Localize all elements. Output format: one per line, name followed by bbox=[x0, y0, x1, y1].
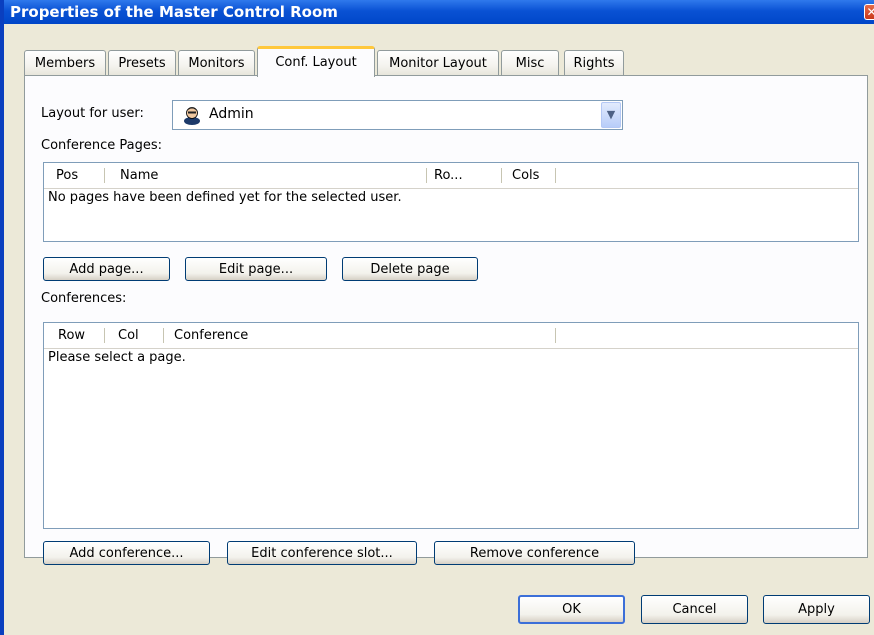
column-divider[interactable] bbox=[555, 168, 556, 183]
column-divider[interactable] bbox=[555, 328, 556, 343]
edit-page-button[interactable]: Edit page... bbox=[185, 257, 327, 281]
column-header-name[interactable]: Name bbox=[120, 163, 158, 187]
conferences-empty-message: Please select a page. bbox=[48, 350, 186, 365]
conferences-header: Row Col Conference bbox=[44, 323, 858, 349]
cancel-button[interactable]: Cancel bbox=[641, 595, 748, 624]
column-divider[interactable] bbox=[104, 328, 105, 343]
close-icon[interactable]: ✕ bbox=[864, 4, 874, 20]
chevron-down-icon[interactable]: ▼ bbox=[601, 102, 621, 128]
ok-button[interactable]: OK bbox=[518, 595, 625, 624]
conference-pages-empty-message: No pages have been defined yet for the s… bbox=[48, 190, 402, 205]
column-header-col[interactable]: Col bbox=[118, 323, 139, 347]
layout-for-user-label: Layout for user: bbox=[41, 106, 144, 121]
user-select[interactable]: Admin ▼ bbox=[172, 100, 623, 130]
apply-button[interactable]: Apply bbox=[763, 595, 870, 624]
conference-pages-header: Pos Name Ro... Cols bbox=[44, 163, 858, 189]
column-divider[interactable] bbox=[104, 168, 105, 183]
tab-members[interactable]: Members bbox=[24, 50, 106, 76]
column-header-conference[interactable]: Conference bbox=[174, 323, 248, 347]
conferences-label: Conferences: bbox=[41, 291, 127, 306]
window-title: Properties of the Master Control Room bbox=[10, 3, 338, 21]
conference-pages-list[interactable]: Pos Name Ro... Cols No pages have been d… bbox=[43, 162, 859, 242]
add-page-button[interactable]: Add page... bbox=[43, 257, 170, 281]
tab-conf-layout[interactable]: Conf. Layout bbox=[257, 46, 375, 77]
remove-conference-button[interactable]: Remove conference bbox=[434, 541, 635, 565]
column-header-row[interactable]: Row bbox=[58, 323, 85, 347]
tab-misc[interactable]: Misc bbox=[501, 50, 559, 76]
delete-page-button[interactable]: Delete page bbox=[342, 257, 478, 281]
conf-layout-panel: Layout for user: Admin ▼ Conference Page… bbox=[24, 75, 868, 565]
conference-pages-label: Conference Pages: bbox=[41, 138, 163, 153]
user-icon bbox=[184, 107, 200, 125]
user-select-value: Admin bbox=[209, 106, 254, 122]
column-divider[interactable] bbox=[426, 168, 427, 183]
tab-presets[interactable]: Presets bbox=[108, 50, 176, 76]
conferences-list[interactable]: Row Col Conference Please select a page. bbox=[43, 322, 859, 529]
edit-conference-slot-button[interactable]: Edit conference slot... bbox=[227, 541, 417, 565]
properties-dialog: Properties of the Master Control Room ✕ … bbox=[0, 0, 874, 635]
title-bar[interactable]: Properties of the Master Control Room ✕ bbox=[4, 0, 874, 24]
column-divider[interactable] bbox=[501, 168, 502, 183]
add-conference-button[interactable]: Add conference... bbox=[43, 541, 210, 565]
tab-monitor-layout[interactable]: Monitor Layout bbox=[377, 50, 499, 76]
tab-rights[interactable]: Rights bbox=[564, 50, 624, 76]
tab-monitors[interactable]: Monitors bbox=[178, 50, 255, 76]
column-header-pos[interactable]: Pos bbox=[56, 163, 78, 187]
column-header-rows[interactable]: Ro... bbox=[434, 163, 463, 187]
column-divider[interactable] bbox=[163, 328, 164, 343]
column-header-cols[interactable]: Cols bbox=[512, 163, 539, 187]
